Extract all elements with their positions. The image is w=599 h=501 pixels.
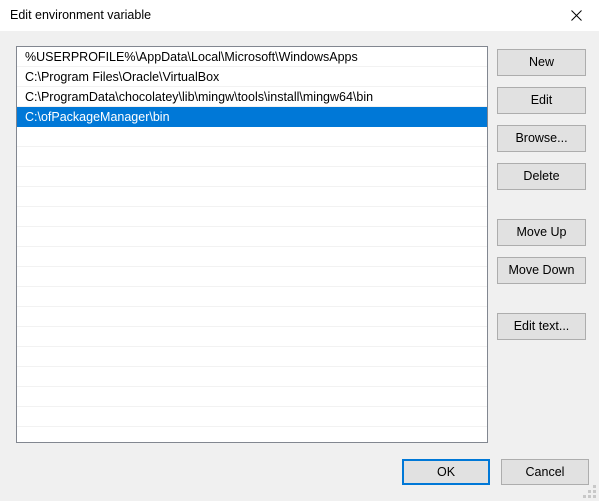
list-item-empty[interactable]	[17, 227, 487, 247]
list-item-empty[interactable]	[17, 267, 487, 287]
dialog-body: %USERPROFILE%\AppData\Local\Microsoft\Wi…	[0, 31, 599, 501]
list-item-empty[interactable]	[17, 287, 487, 307]
list-item-empty[interactable]	[17, 387, 487, 407]
list-item[interactable]: C:\ofPackageManager\bin	[17, 107, 487, 127]
list-item[interactable]: %USERPROFILE%\AppData\Local\Microsoft\Wi…	[17, 47, 487, 67]
move-down-button[interactable]: Move Down	[497, 257, 586, 284]
list-item-empty[interactable]	[17, 307, 487, 327]
list-item-empty[interactable]	[17, 247, 487, 267]
close-icon[interactable]	[554, 0, 599, 30]
move-up-button[interactable]: Move Up	[497, 219, 586, 246]
list-item-empty[interactable]	[17, 207, 487, 227]
list-item-empty[interactable]	[17, 127, 487, 147]
edit-button[interactable]: Edit	[497, 87, 586, 114]
edit-text-button[interactable]: Edit text...	[497, 313, 586, 340]
list-item-empty[interactable]	[17, 407, 487, 427]
list-item-empty[interactable]	[17, 367, 487, 387]
list-item-empty[interactable]	[17, 167, 487, 187]
list-item-empty[interactable]	[17, 147, 487, 167]
resize-grip-icon[interactable]	[583, 485, 596, 498]
cancel-button[interactable]: Cancel	[501, 459, 589, 485]
list-item-empty[interactable]	[17, 327, 487, 347]
list-item-empty[interactable]	[17, 347, 487, 367]
list-item[interactable]: C:\ProgramData\chocolatey\lib\mingw\tool…	[17, 87, 487, 107]
browse-button[interactable]: Browse...	[497, 125, 586, 152]
window-title: Edit environment variable	[10, 8, 152, 22]
ok-button[interactable]: OK	[402, 459, 490, 485]
delete-button[interactable]: Delete	[497, 163, 586, 190]
path-listbox[interactable]: %USERPROFILE%\AppData\Local\Microsoft\Wi…	[16, 46, 488, 443]
title-bar: Edit environment variable	[0, 0, 599, 32]
new-button[interactable]: New	[497, 49, 586, 76]
list-item-empty[interactable]	[17, 187, 487, 207]
list-item[interactable]: C:\Program Files\Oracle\VirtualBox	[17, 67, 487, 87]
